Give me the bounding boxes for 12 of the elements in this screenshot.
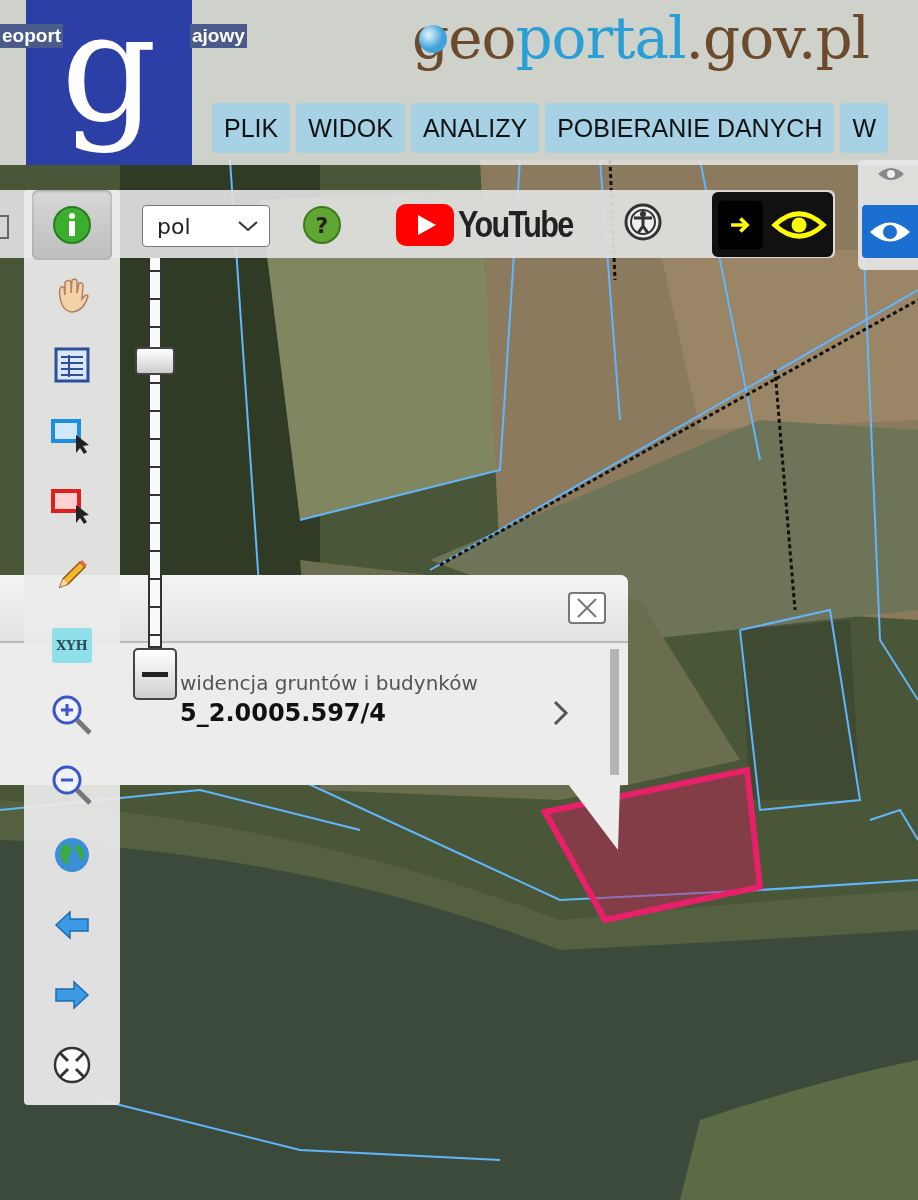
menu-tab[interactable]: W xyxy=(840,103,889,153)
menu-tab[interactable]: PLIK xyxy=(212,103,291,153)
menu-tab[interactable]: ANALIZY xyxy=(410,103,540,153)
site-title: ajowy xyxy=(190,24,247,48)
site-title: eoport xyxy=(0,24,64,48)
tool-button[interactable]: XYH xyxy=(32,610,112,680)
youtube-link[interactable]: YouTube xyxy=(458,204,573,246)
menu-tab[interactable]: WIDOK xyxy=(296,103,405,153)
menu-tab[interactable]: POBIERANIE DANYCH xyxy=(545,103,835,153)
language-select[interactable]: pol xyxy=(142,205,270,247)
layer-name: widencja gruntów i budynków xyxy=(180,671,478,695)
parcel-id: 5_2.0005.597/4 xyxy=(180,699,387,727)
